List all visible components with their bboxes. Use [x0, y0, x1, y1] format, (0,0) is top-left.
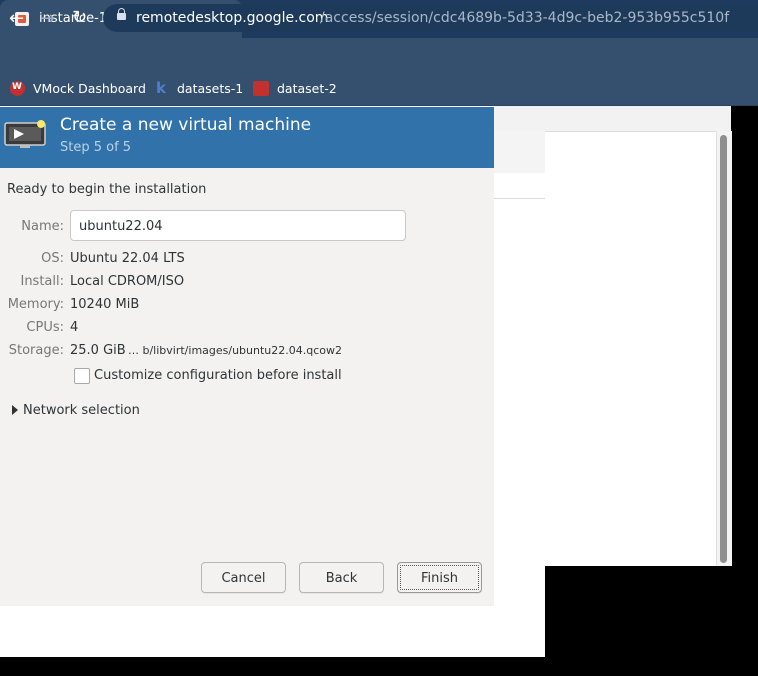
background-window-panel — [494, 131, 545, 173]
name-input[interactable]: ubuntu22.04 — [70, 210, 406, 241]
bookmark-dataset-2[interactable]: dataset-2 — [277, 81, 337, 96]
bookmark-datasets-1[interactable]: datasets-1 — [177, 81, 243, 96]
name-label: Name: — [21, 219, 64, 234]
forward-arrow-icon[interactable]: → — [40, 8, 55, 29]
ready-text: Ready to begin the installation — [7, 182, 207, 197]
background-window-toolbar — [494, 106, 731, 132]
customize-checkbox-label[interactable]: Customize configuration before install — [94, 368, 342, 383]
cancel-button[interactable]: Cancel — [201, 562, 286, 593]
memory-label: Memory: — [7, 297, 64, 312]
bookmark-vmock-dashboard[interactable]: VMock Dashboard — [33, 81, 146, 96]
storage-value: 25.0 GiB — [70, 343, 126, 358]
os-value: Ubuntu 22.04 LTS — [70, 251, 185, 266]
scrollbar-thumb[interactable] — [720, 135, 727, 563]
reload-icon[interactable]: ↻ — [72, 7, 87, 28]
back-button[interactable]: Back — [299, 562, 384, 593]
customize-checkbox[interactable] — [74, 368, 90, 384]
dialog-title: Create a new virtual machine — [60, 115, 312, 135]
storage-path: … b/libvirt/images/ubuntu22.04.qcow2 — [128, 344, 343, 357]
dataset-logo-icon — [253, 81, 269, 96]
memory-value: 10240 MiB — [70, 297, 140, 312]
lock-icon[interactable] — [117, 8, 126, 20]
install-label: Install: — [20, 274, 64, 289]
storage-label: Storage: — [8, 343, 64, 358]
monitor-icon — [4, 120, 46, 148]
url-path: /access/session/cdc4689b-5d33-4d9c-beb2-… — [320, 10, 730, 26]
browser-toolbar — [0, 38, 758, 74]
os-label: OS: — [41, 251, 64, 266]
url-host: remotedesktop.google.com — [136, 10, 329, 26]
install-value: Local CDROM/ISO — [70, 274, 185, 289]
expander-arrow-icon[interactable] — [12, 405, 18, 415]
kaggle-k-icon: k — [156, 79, 166, 97]
cpus-label: CPUs: — [26, 320, 64, 335]
cpus-value: 4 — [70, 320, 79, 335]
finish-button[interactable]: Finish — [397, 562, 482, 593]
dialog-step: Step 5 of 5 — [60, 140, 132, 155]
divider — [494, 198, 545, 199]
back-arrow-icon[interactable]: ← — [9, 8, 24, 29]
vmock-logo-icon — [10, 81, 25, 96]
network-selection-expander[interactable]: Network selection — [23, 403, 140, 418]
